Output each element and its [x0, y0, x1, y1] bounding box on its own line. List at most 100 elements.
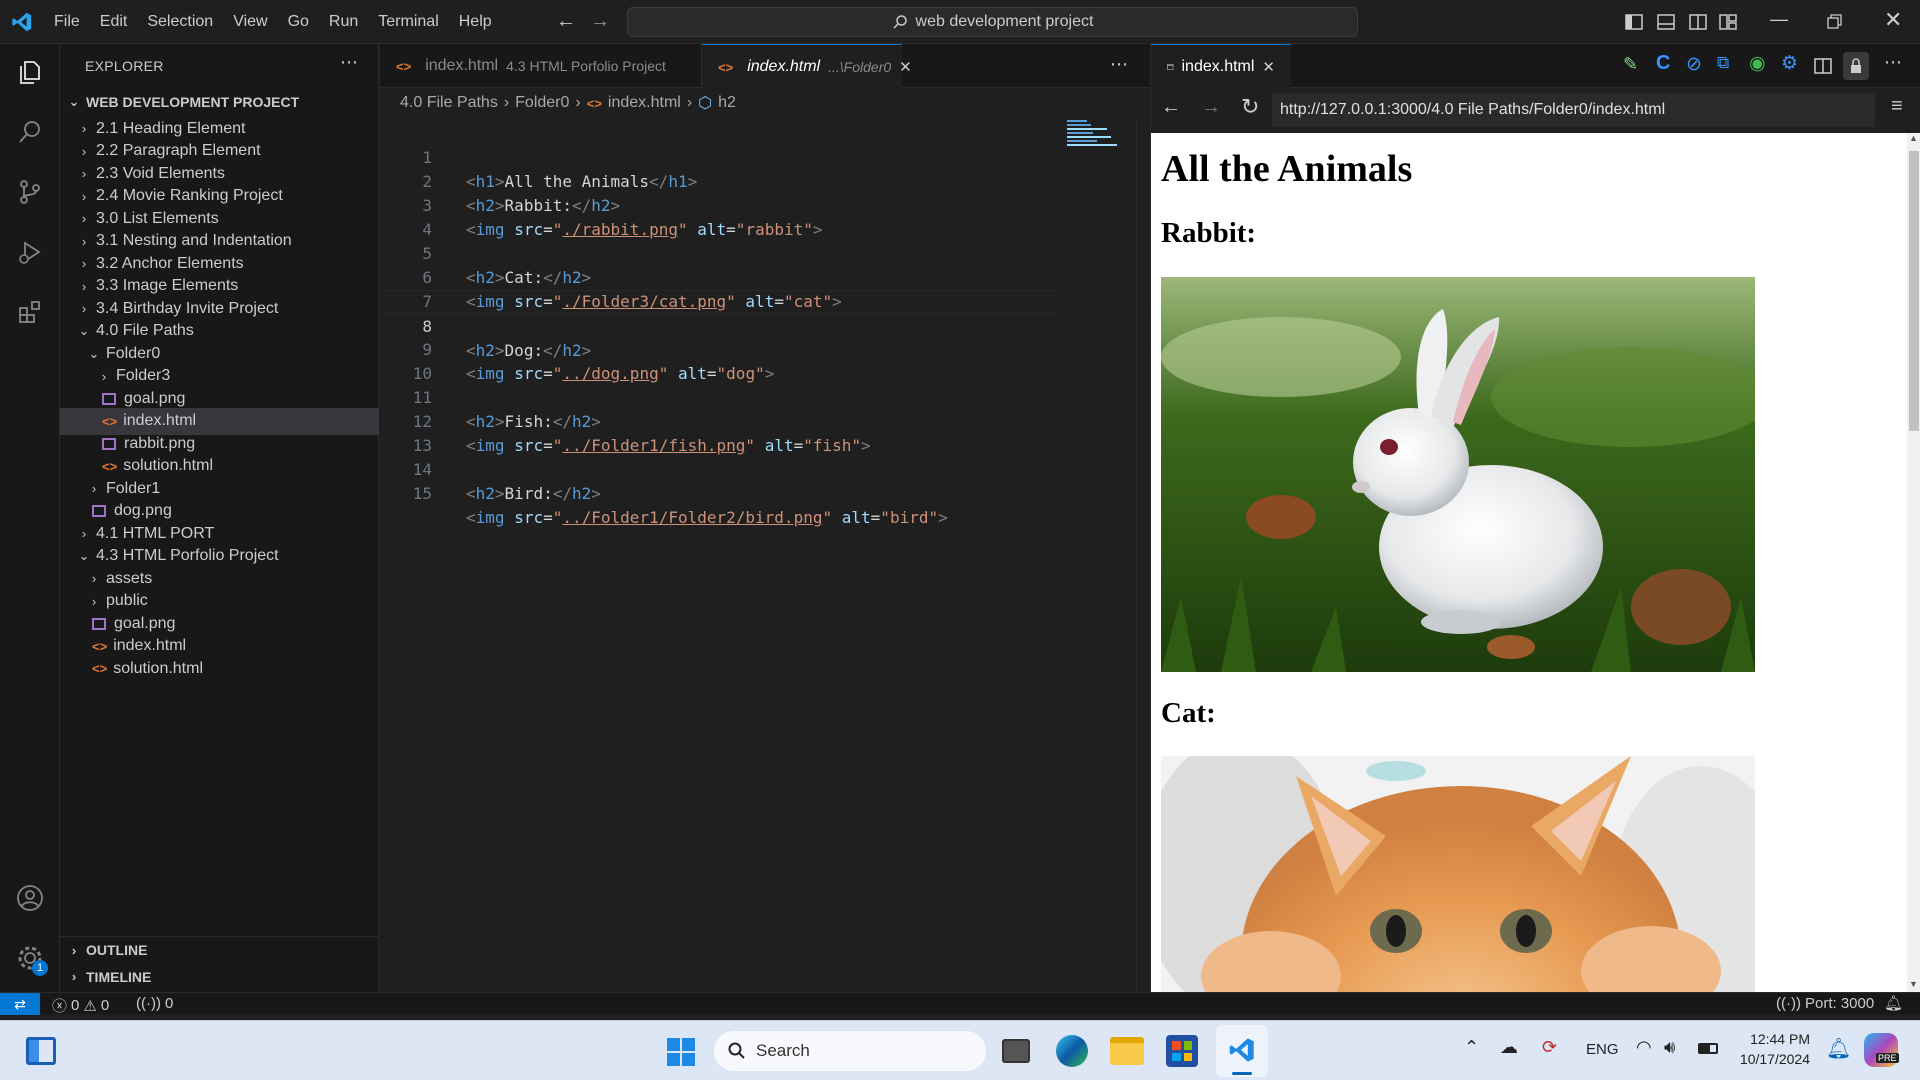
task-view-icon[interactable]	[1002, 1039, 1030, 1063]
widgets-icon[interactable]	[26, 1037, 56, 1065]
file-explorer-icon[interactable]	[1110, 1037, 1144, 1065]
microsoft-store-icon[interactable]	[1166, 1035, 1198, 1067]
restore-icon[interactable]	[1824, 12, 1844, 32]
windows-start-icon[interactable]	[666, 1037, 696, 1067]
menu-file[interactable]: File	[44, 0, 90, 44]
accounts-icon[interactable]	[12, 880, 48, 916]
tab-folder0-index[interactable]: <> index.html ...\Folder0 ✕	[702, 44, 912, 89]
scroll-down-icon[interactable]: ▼	[1909, 979, 1918, 989]
menu-go[interactable]: Go	[278, 0, 319, 44]
chevron-right-icon: ›	[81, 278, 87, 294]
tab-portfolio-index[interactable]: <> index.html 4.3 HTML Porfolio Project	[380, 44, 702, 88]
browser-back-icon[interactable]: ←	[1161, 96, 1181, 119]
menu-view[interactable]: View	[223, 0, 277, 44]
edit-pencil-icon[interactable]: ✎	[1623, 54, 1638, 75]
line-number: 15	[412, 484, 432, 503]
menu-help[interactable]: Help	[449, 0, 502, 44]
taskbar-search[interactable]: Search	[714, 1031, 986, 1071]
language-indicator[interactable]: ENG	[1586, 1041, 1619, 1058]
edge-browser-icon[interactable]	[1056, 1035, 1088, 1067]
customize-layout-icon[interactable]	[1718, 12, 1738, 32]
close-tab-icon[interactable]: ✕	[1262, 58, 1275, 76]
volume-icon[interactable]: 🔊︎	[1664, 1037, 1675, 1058]
tree-item-label: 2.4 Movie Ranking Project	[96, 187, 283, 204]
tab-browser-index[interactable]: index.html ✕	[1151, 44, 1291, 89]
symbol-tag-icon: ⬡	[698, 95, 713, 112]
lock-icon[interactable]	[1843, 52, 1869, 80]
menu-edit[interactable]: Edit	[90, 0, 138, 44]
notification-bell-icon[interactable]: 🔔︎	[1826, 1036, 1851, 1061]
browser-more-actions-icon[interactable]: ⋯	[1884, 52, 1902, 73]
code-link[interactable]: ../Folder1/Folder2/bird.png	[562, 508, 822, 527]
toggle-panel-icon[interactable]	[1656, 12, 1676, 32]
onedrive-icon[interactable]: ☁	[1500, 1037, 1518, 1058]
explorer-icon[interactable]	[12, 54, 48, 90]
ports-indicator[interactable]: ((·)) 0	[136, 995, 173, 1012]
no-entry-icon[interactable]: ⊘	[1686, 53, 1702, 76]
battery-icon[interactable]	[1698, 1043, 1718, 1054]
manage-gear-icon[interactable]: 1	[12, 940, 48, 976]
settings-sync-icon[interactable]: ⚙	[1781, 52, 1798, 75]
warning-count: 0	[100, 997, 110, 1014]
url-bar[interactable]: http://127.0.0.1:3000/4.0 File Paths/Fol…	[1272, 93, 1875, 127]
split-editor-icon[interactable]	[1813, 56, 1833, 76]
scroll-up-icon[interactable]: ▲	[1909, 133, 1918, 143]
browser-menu-icon[interactable]: ≡	[1891, 95, 1903, 118]
page-scrollbar[interactable]: ▲ ▼	[1907, 133, 1920, 992]
browser-reload-icon[interactable]: ↻	[1241, 94, 1259, 120]
vscode-taskbar-button[interactable]	[1216, 1025, 1268, 1077]
forward-arrow-icon[interactable]: →	[590, 10, 610, 33]
sync-icon[interactable]: ⟳	[1542, 1037, 1557, 1058]
extensions-icon[interactable]	[12, 294, 48, 330]
timeline-section[interactable]: › TIMELINE	[60, 963, 379, 990]
command-center-search[interactable]: web development project	[627, 7, 1358, 37]
breadcrumb-file[interactable]: index.html	[608, 94, 681, 112]
ports-count: 0	[164, 995, 174, 1012]
tree-item-label: 3.0 List Elements	[96, 209, 219, 227]
code-line: 12 <img src="../Folder1/fish.png" alt="f…	[380, 386, 1060, 455]
show-hidden-icons-icon[interactable]: ⌃	[1464, 1037, 1479, 1058]
notifications-bell-icon[interactable]: 🔔︎	[1884, 994, 1903, 1012]
code-line: 5 <h2>Cat:</h2>	[380, 218, 1060, 287]
chevron-down-icon: ⌄	[88, 345, 100, 361]
scrollbar-thumb[interactable]	[1909, 151, 1919, 431]
menu-terminal[interactable]: Terminal	[368, 0, 448, 44]
copilot-icon[interactable]: PRE	[1864, 1033, 1899, 1067]
tree-file[interactable]: <> solution.html	[60, 655, 379, 682]
breadcrumb-symbol[interactable]: h2	[718, 94, 736, 112]
wifi-icon[interactable]: ◠	[1636, 1037, 1652, 1058]
project-root[interactable]: ⌄ WEB DEVELOPMENT PROJECT	[60, 88, 379, 115]
tree-item-label: Folder1	[106, 479, 161, 497]
tab-description: ...\Folder0	[828, 59, 892, 75]
outline-section[interactable]: › OUTLINE	[60, 936, 379, 963]
close-tab-icon[interactable]: ✕	[899, 58, 912, 76]
menu-selection[interactable]: Selection	[137, 0, 223, 44]
back-arrow-icon[interactable]: ←	[556, 10, 576, 33]
cat-image	[1161, 756, 1755, 992]
run-and-debug-icon[interactable]	[12, 234, 48, 270]
tab-filename: index.html	[747, 58, 821, 75]
toggle-secondary-sidebar-icon[interactable]	[1688, 12, 1708, 32]
source-control-icon[interactable]	[12, 174, 48, 210]
clock[interactable]: 12:44 PM 10/17/2024	[1726, 1029, 1810, 1069]
breadcrumb-subfolder[interactable]: Folder0	[515, 94, 569, 112]
minimize-icon[interactable]: —	[1770, 9, 1788, 30]
browser-forward-icon[interactable]: →	[1201, 96, 1221, 119]
close-window-icon[interactable]: ✕	[1884, 7, 1902, 33]
warning-icon: ⚠	[83, 997, 97, 1015]
editor-more-actions-icon[interactable]: ⋯	[1110, 54, 1128, 75]
breadcrumb-folder[interactable]: 4.0 File Paths	[400, 94, 498, 112]
rendered-page: All the Animals Rabbit: Cat:	[1151, 133, 1907, 992]
editor-scrollbar[interactable]	[1136, 118, 1150, 992]
hierarchy-icon[interactable]: ⧉	[1717, 53, 1729, 73]
more-actions-icon[interactable]: ⋯	[340, 52, 358, 73]
search-activity-icon[interactable]	[12, 114, 48, 150]
port-status[interactable]: ((·)) Port: 3000	[1776, 995, 1874, 1012]
menu-run[interactable]: Run	[319, 0, 368, 44]
refresh-c-icon[interactable]: C	[1656, 52, 1670, 75]
live-server-icon[interactable]: ◉	[1749, 52, 1766, 75]
problems-indicator[interactable]: ⓧ 0 ⚠ 0	[52, 995, 109, 1016]
remote-indicator-icon[interactable]: ⇄	[0, 993, 40, 1015]
minimap[interactable]	[1067, 118, 1127, 158]
toggle-primary-sidebar-icon[interactable]	[1624, 12, 1644, 32]
